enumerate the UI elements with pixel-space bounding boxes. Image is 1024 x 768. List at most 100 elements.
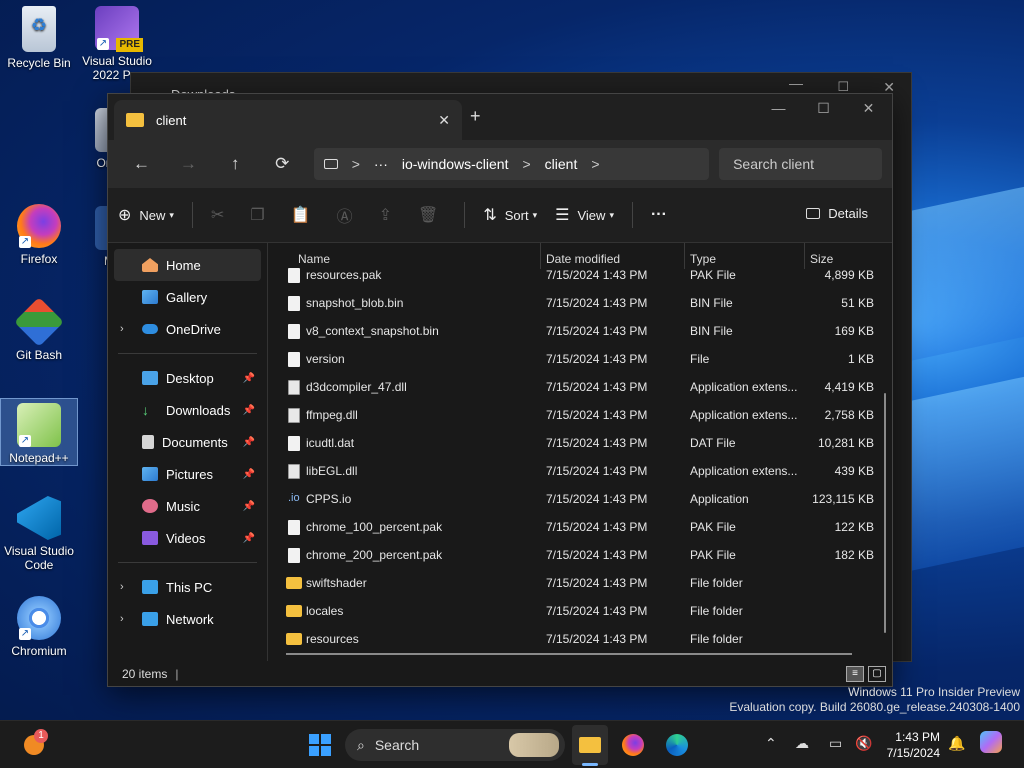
sidebar-item-downloads[interactable]: ↓ Downloads 📌 (108, 394, 267, 426)
chevron-right-icon[interactable]: › (120, 581, 124, 593)
desktop-icon-chromium[interactable]: ↗ Chromium (0, 596, 78, 658)
desktop-icon-notepad-plus-plus[interactable]: ↗ Notepad++ (0, 398, 78, 466)
desktop-icon-vscode[interactable]: Visual Studio Code (0, 496, 78, 572)
copilot-pre-icon[interactable] (980, 731, 1002, 756)
rename-button[interactable]: Ⓐ (337, 203, 361, 227)
sidebar-item-music[interactable]: Music 📌 (108, 490, 267, 522)
start-button[interactable] (304, 729, 336, 761)
file-row[interactable]: libEGL.dll 7/15/2024 1:43 PM Application e… (286, 457, 878, 485)
file-icon (288, 520, 300, 535)
horizontal-scrollbar[interactable] (286, 653, 852, 655)
more-options-button[interactable]: ··· (651, 206, 675, 224)
chevron-down-icon: ▾ (169, 209, 174, 220)
file-row[interactable]: chrome_200_percent.pak 7/15/2024 1:43 PM P… (286, 541, 878, 569)
file-row[interactable]: ffmpeg.dll 7/15/2024 1:43 PM Application e… (286, 401, 878, 429)
desktop-icon-firefox[interactable]: ↗ Firefox (0, 204, 78, 266)
file-row[interactable]: locales 7/15/2024 1:43 PM File folder (286, 597, 878, 625)
document-icon (142, 435, 154, 449)
paste-icon: 📋 (290, 207, 311, 224)
paste-button[interactable]: 📋 (291, 205, 319, 225)
tab-client[interactable]: client ✕ (114, 100, 462, 140)
search-input[interactable]: Search client (719, 148, 882, 180)
refresh-button[interactable]: ⟳ (259, 154, 306, 174)
chevron-right-icon[interactable]: › (120, 613, 124, 625)
sort-button[interactable]: ⇅ Sort ▾ (483, 205, 537, 225)
file-row[interactable]: version 7/15/2024 1:43 PM File 1 KB (286, 345, 878, 373)
sidebar-item-pictures[interactable]: Pictures 📌 (108, 458, 267, 490)
breadcrumb-separator-icon[interactable]: > (522, 156, 530, 172)
file-icon (288, 296, 300, 311)
show-hidden-icons-chevron-icon[interactable]: ⌃ (765, 735, 777, 752)
sidebar-item-videos[interactable]: Videos 📌 (108, 522, 267, 554)
sidebar-item-this-pc[interactable]: › This PC (108, 571, 267, 603)
sidebar-item-home[interactable]: Home (114, 249, 261, 281)
copy-button[interactable]: ❐ (250, 205, 272, 225)
file-row[interactable]: icudtl.dat 7/15/2024 1:43 PM DAT File 10,28… (286, 429, 878, 457)
file-row[interactable]: v8_context_snapshot.bin 7/15/2024 1:43 PM… (286, 317, 878, 345)
tiles-view-icon[interactable]: ▢ (868, 666, 886, 682)
network-disconnected-icon[interactable]: ☁ (795, 735, 809, 752)
taskbar-search[interactable]: ⌕ Search (345, 729, 565, 761)
desktop-icon-git-bash[interactable]: Git Bash (0, 297, 78, 362)
view-button[interactable]: ☰ View ▾ (555, 205, 614, 225)
file-date-modified: 7/15/2024 1:43 PM (546, 492, 648, 506)
breadcrumb-io-windows-client[interactable]: io-windows-client (402, 156, 509, 172)
file-row[interactable]: snapshot_blob.bin 7/15/2024 1:43 PM BIN Fi… (286, 289, 878, 317)
vertical-scrollbar[interactable] (884, 393, 886, 633)
breadcrumb-separator-icon[interactable]: > (352, 156, 360, 172)
file-explorer-window[interactable]: client ✕ + — ☐ ✕ ← → ↑ ⟳ > ··· io-window… (107, 93, 893, 687)
taskbar-edge[interactable] (661, 729, 693, 761)
file-row[interactable]: resources 7/15/2024 1:43 PM File folder (286, 625, 878, 653)
navigation-pane[interactable]: Home Gallery › OneDrive Desktop 📌 ↓ Down… (108, 243, 268, 661)
maximize-icon[interactable]: ☐ (801, 100, 846, 117)
file-list[interactable]: Name Date modified Type Size resources.p… (268, 243, 892, 661)
desktop-icon-visual-studio-2022[interactable]: ↗ PRE Visual Studio 2022 Pre (78, 6, 156, 82)
folder-icon (126, 113, 144, 127)
sidebar-item-onedrive[interactable]: › OneDrive (108, 313, 267, 345)
breadcrumb-client[interactable]: client (545, 156, 578, 172)
desktop-icon-recycle-bin[interactable]: ♻ Recycle Bin (0, 6, 78, 70)
breadcrumb-separator-icon[interactable]: > (591, 156, 599, 172)
delete-button[interactable]: 🗑 (418, 205, 446, 225)
details-view-icon[interactable]: ≡ (846, 666, 864, 682)
file-row[interactable]: .io CPPS.io 7/15/2024 1:43 PM Application 12… (286, 485, 878, 513)
up-button[interactable]: ↑ (212, 154, 259, 174)
sidebar-item-documents[interactable]: Documents 📌 (108, 426, 267, 458)
monitor-icon[interactable] (323, 159, 338, 169)
chevron-right-icon[interactable]: › (120, 323, 124, 335)
sidebar-item-desktop[interactable]: Desktop 📌 (108, 362, 267, 394)
taskbar-firefox[interactable] (617, 729, 649, 761)
volume-muted-icon[interactable]: 🔇 (855, 735, 872, 752)
details-pane-button[interactable]: Details (806, 206, 868, 221)
tab-close-icon[interactable]: ✕ (438, 112, 450, 129)
file-icon (288, 548, 300, 563)
minimize-icon[interactable]: — (756, 100, 801, 116)
address-bar[interactable]: > ··· io-windows-client > client > (313, 148, 710, 180)
file-name: v8_context_snapshot.bin (306, 324, 439, 338)
cut-button[interactable]: ✂ (211, 205, 232, 225)
back-button[interactable]: ← (118, 154, 165, 174)
new-tab-icon[interactable]: + (470, 106, 481, 127)
new-button[interactable]: ⊕ New ▾ (118, 205, 174, 225)
system-clock[interactable]: 1:43 PM 7/15/2024 (887, 729, 940, 761)
background-window-minimize-icon[interactable]: — (789, 75, 803, 91)
display-icon[interactable]: ▭ (829, 735, 842, 752)
sidebar-item-network[interactable]: › Network (108, 603, 267, 635)
notification-bell-icon[interactable]: 🔔 (948, 735, 965, 752)
file-row[interactable]: resources.pak 7/15/2024 1:43 PM PAK File 4,… (286, 261, 878, 289)
file-type: Application (690, 492, 749, 506)
sidebar-item-label: Pictures (166, 466, 213, 482)
taskbar-file-explorer[interactable] (574, 729, 606, 761)
file-row[interactable]: chrome_100_percent.pak 7/15/2024 1:43 PM P… (286, 513, 878, 541)
status-divider: | (175, 666, 179, 681)
close-icon[interactable]: ✕ (846, 100, 891, 117)
file-row[interactable]: d3dcompiler_47.dll 7/15/2024 1:43 PM Appli… (286, 373, 878, 401)
file-date-modified: 7/15/2024 1:43 PM (546, 296, 648, 310)
breadcrumb-overflow-button[interactable]: ··· (374, 156, 388, 172)
folder-icon (579, 737, 601, 753)
share-button[interactable]: ⇪ (379, 205, 400, 225)
forward-button[interactable]: → (165, 154, 212, 174)
sidebar-item-gallery[interactable]: Gallery (108, 281, 267, 313)
widgets-button[interactable]: 1 (18, 729, 50, 761)
file-row[interactable]: swiftshader 7/15/2024 1:43 PM File folder (286, 569, 878, 597)
